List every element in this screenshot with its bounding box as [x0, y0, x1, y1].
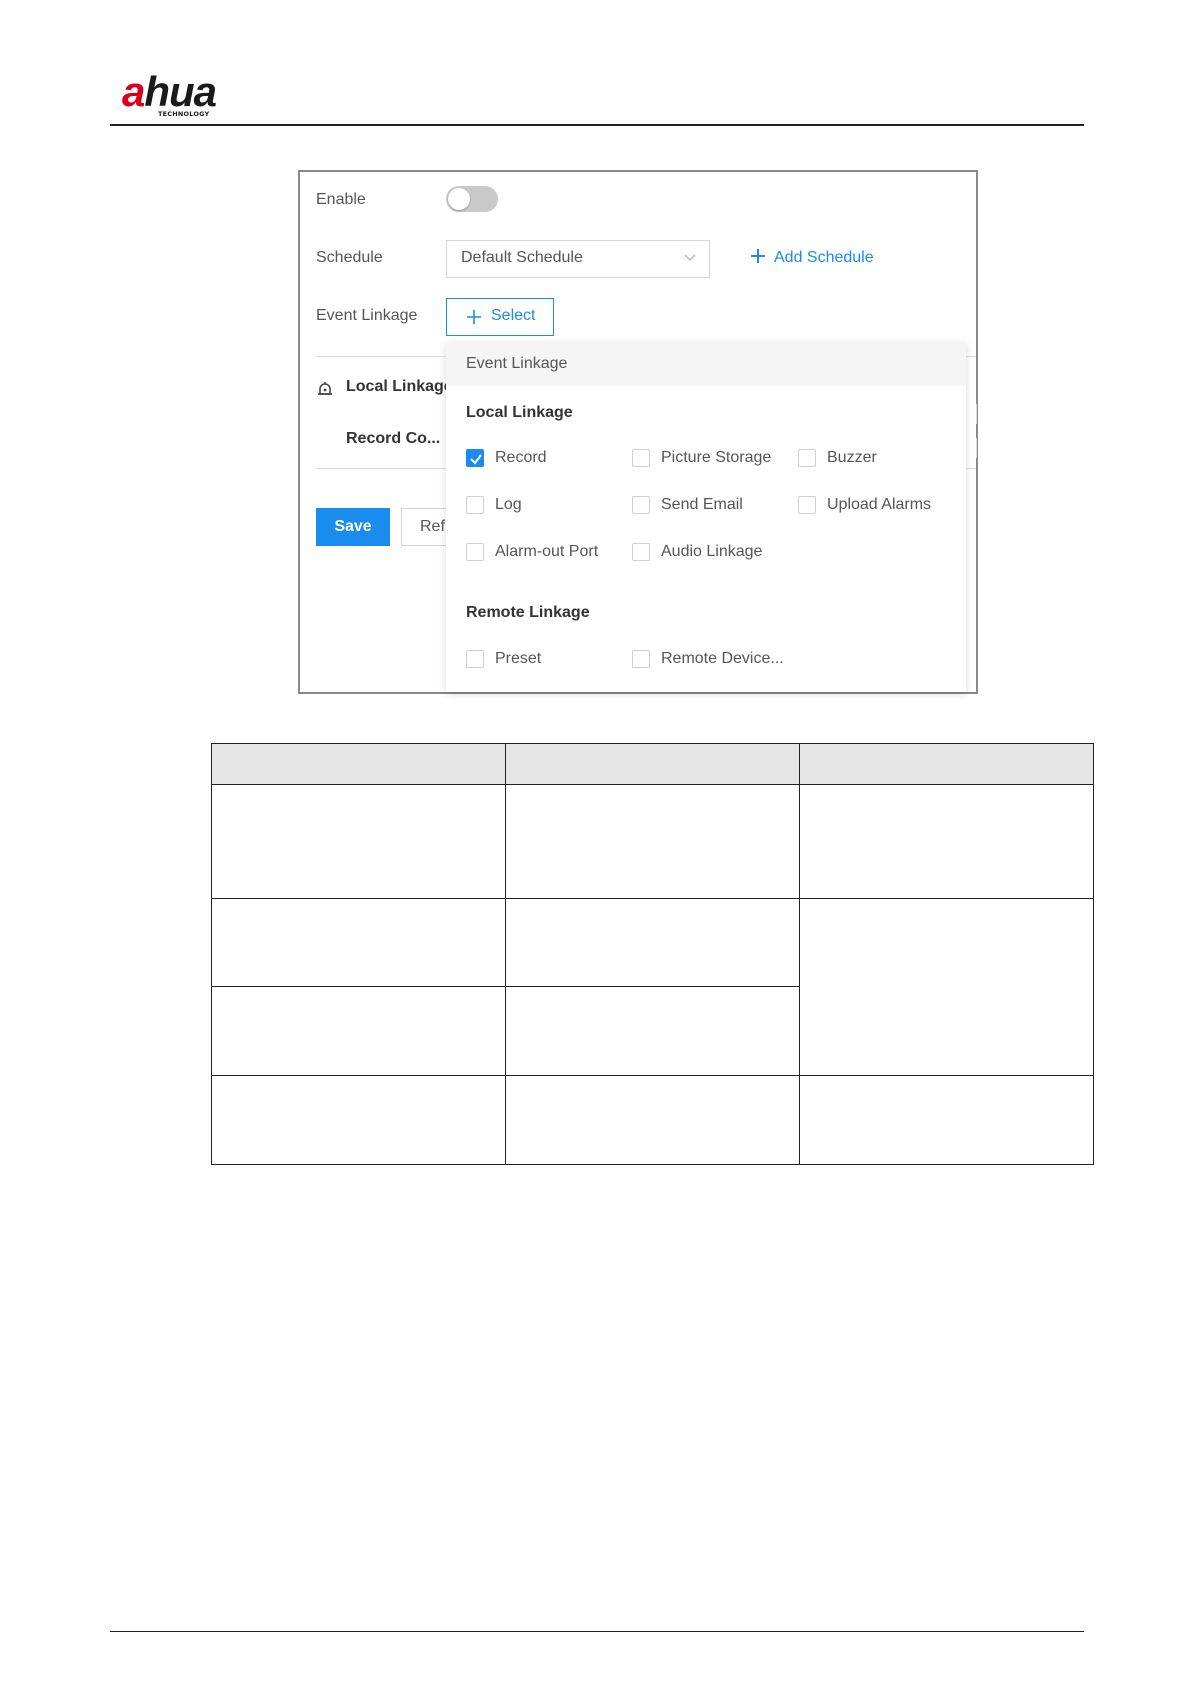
checkbox-label: Log: [495, 496, 522, 513]
select-button[interactable]: Select: [446, 298, 554, 336]
checkbox-label: Audio Linkage: [661, 543, 763, 560]
select-button-label: Select: [491, 307, 536, 324]
table-cell: [211, 898, 506, 987]
table-cell: [211, 784, 506, 899]
table-row: [211, 898, 1094, 1076]
table-cell: [505, 784, 800, 899]
plus-icon: [751, 249, 765, 263]
checkbox-label: Upload Alarms: [827, 496, 932, 513]
table-row: [211, 1075, 1094, 1165]
alarm-bell-icon: [318, 382, 332, 395]
table-header-cell: [211, 743, 506, 785]
alarm-config-figure: Enable Schedule Default Schedule Add Sch…: [298, 170, 978, 694]
checkbox-label: Preset: [495, 650, 542, 667]
event-linkage-dropdown: Event Linkage Local Linkage Record Pictu…: [446, 342, 966, 692]
checkbox-box: [632, 449, 650, 467]
add-schedule-label: Add Schedule: [774, 249, 874, 266]
checkbox-box: [798, 449, 816, 467]
checkbox-label: Send Email: [661, 496, 743, 513]
schedule-label: Schedule: [316, 249, 383, 266]
parameter-table: [211, 743, 1094, 1165]
check-icon: [470, 454, 482, 465]
table-header-cell: [505, 743, 800, 785]
checkbox-box: [466, 543, 484, 561]
plus-icon: [467, 310, 481, 324]
table-cell: [211, 1075, 506, 1165]
header-rule: [110, 124, 1084, 126]
table-cell: [211, 986, 506, 1076]
table-cell: [505, 1075, 800, 1165]
enable-toggle[interactable]: [446, 186, 498, 212]
checkbox-box: [632, 543, 650, 561]
section-divider: [316, 468, 446, 469]
schedule-value: Default Schedule: [461, 249, 583, 266]
table-header-row: [211, 743, 1094, 785]
table-cell: [505, 986, 800, 1076]
add-schedule-link[interactable]: Add Schedule: [750, 248, 874, 270]
schedule-select[interactable]: Default Schedule: [446, 240, 710, 278]
checkbox-box: [466, 650, 484, 668]
table-cell: [799, 1075, 1094, 1165]
local-linkage-title: Local Linkage: [466, 404, 573, 421]
checkbox-label: Buzzer: [827, 449, 877, 466]
chevron-down-icon: [684, 254, 696, 261]
event-linkage-label: Event Linkage: [316, 307, 418, 324]
table-cell: [799, 784, 1094, 899]
checkbox-label: Alarm-out Port: [495, 543, 599, 560]
logo-tagline: TECHNOLOGY: [158, 110, 210, 118]
table-header-cell: [799, 743, 1094, 785]
dropdown-title: Event Linkage: [446, 342, 966, 386]
local-linkage-heading: Local Linkage: [346, 378, 453, 395]
enable-label: Enable: [316, 191, 366, 208]
logo-wordmark: ahua: [122, 68, 217, 115]
dahua-logo: ahua TECHNOLOGY: [122, 68, 262, 119]
checkbox-box: [466, 496, 484, 514]
remote-linkage-title: Remote Linkage: [466, 604, 590, 621]
hidden-field-edge: [972, 438, 977, 458]
hidden-field-edge: [972, 404, 977, 424]
checkbox-checked: [466, 449, 484, 467]
checkbox-box: [798, 496, 816, 514]
table-cell: [799, 898, 1094, 1076]
record-channel-label: Record Co...: [346, 430, 441, 447]
footer-rule: [110, 1631, 1084, 1632]
checkbox-box: [632, 496, 650, 514]
toggle-knob: [448, 188, 470, 210]
checkbox-label: Picture Storage: [661, 449, 772, 466]
checkbox-label: Record: [495, 449, 547, 466]
checkbox-box: [632, 650, 650, 668]
save-button[interactable]: Save: [316, 508, 390, 546]
checkbox-label: Remote Device...: [661, 650, 784, 667]
table-cell: [505, 898, 800, 987]
table-row: [211, 784, 1094, 899]
section-divider: [316, 356, 446, 357]
